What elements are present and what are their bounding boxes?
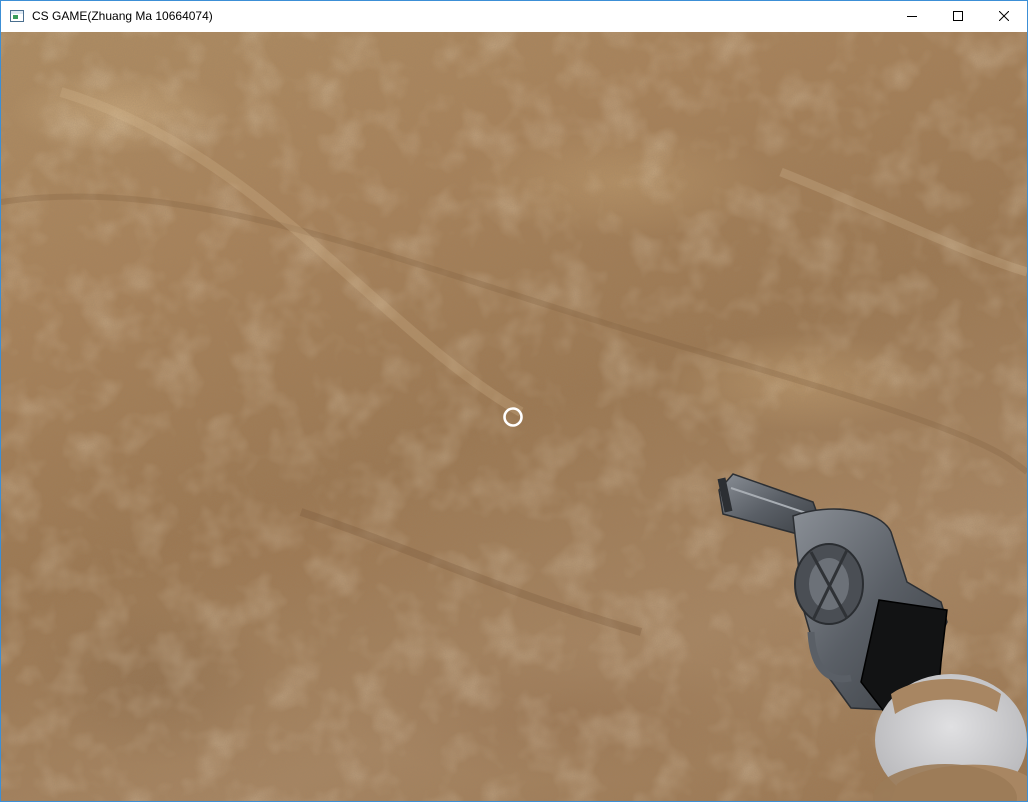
maximize-icon bbox=[953, 11, 963, 21]
minimize-button[interactable] bbox=[889, 1, 935, 32]
application-window-icon bbox=[10, 10, 24, 22]
close-button[interactable] bbox=[981, 1, 1027, 32]
game-viewport[interactable] bbox=[1, 32, 1027, 801]
minimize-icon bbox=[907, 16, 917, 17]
revolver-weapon bbox=[717, 473, 1027, 801]
title-bar[interactable]: CS GAME(Zhuang Ma 10664074) bbox=[1, 1, 1027, 32]
close-icon bbox=[999, 11, 1009, 21]
game-window: CS GAME(Zhuang Ma 10664074) bbox=[0, 0, 1028, 802]
maximize-button[interactable] bbox=[935, 1, 981, 32]
crosshair bbox=[503, 407, 523, 427]
window-title: CS GAME(Zhuang Ma 10664074) bbox=[32, 9, 213, 23]
